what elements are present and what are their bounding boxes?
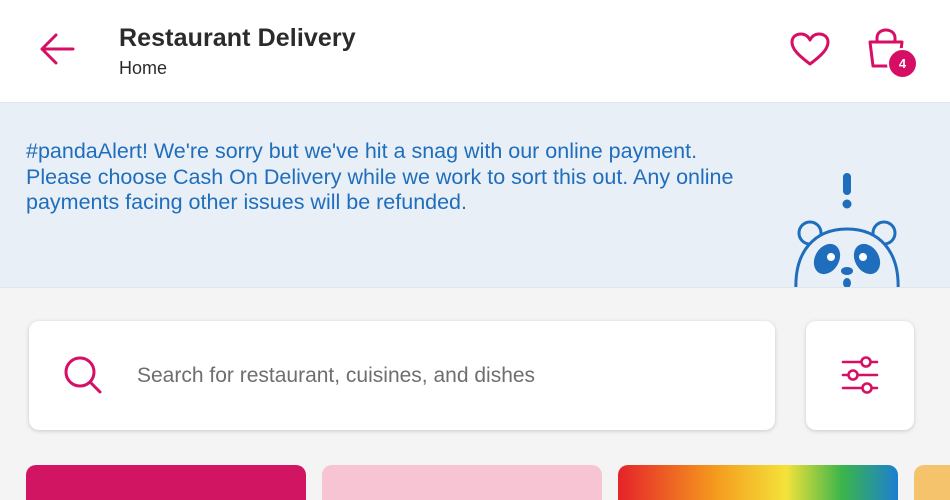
- search-bar[interactable]: [29, 321, 775, 430]
- back-button[interactable]: [36, 30, 78, 70]
- promo-card-3[interactable]: [618, 465, 898, 500]
- sliders-icon: [841, 356, 879, 394]
- panda-alert-illustration: [794, 173, 900, 287]
- arrow-left-icon: [40, 33, 75, 65]
- alert-message: #pandaAlert! We're sorry but we've hit a…: [26, 139, 734, 214]
- app-header: Restaurant Delivery Home 4: [0, 0, 950, 102]
- page-title: Restaurant Delivery: [119, 24, 356, 52]
- cart-button[interactable]: 4: [864, 28, 918, 82]
- filter-button[interactable]: [806, 321, 914, 430]
- cart-count-badge: 4: [887, 48, 918, 79]
- heart-icon: [790, 32, 830, 66]
- payment-alert-banner: #pandaAlert! We're sorry but we've hit a…: [0, 102, 950, 288]
- search-icon: [64, 356, 102, 394]
- delivery-location-label[interactable]: Home: [119, 58, 167, 79]
- search-input[interactable]: [137, 357, 747, 395]
- promo-card-1[interactable]: [26, 465, 306, 500]
- promo-card-4[interactable]: [914, 465, 950, 500]
- promo-card-2[interactable]: [322, 465, 602, 500]
- favorites-button[interactable]: [788, 30, 832, 70]
